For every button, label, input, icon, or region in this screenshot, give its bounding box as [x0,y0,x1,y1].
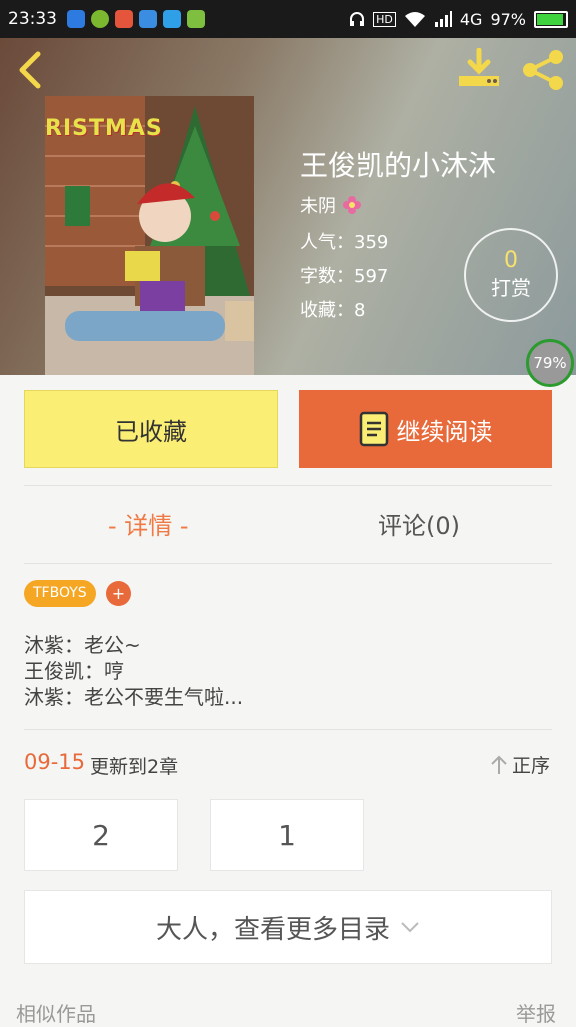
wifi-icon [404,12,425,27]
app-notification-icon [91,10,109,28]
headphones-icon [350,12,365,26]
view-more-toc-button[interactable]: 大人，查看更多目录 [24,890,552,964]
book-header: RISTMAS 王俊凯的小沐沐 未阴 人气：359 字数：597 收藏：8 0 … [0,38,576,375]
tip-button[interactable]: 0 打赏 [464,228,558,322]
chapter-item[interactable]: 2 [24,799,178,871]
chevron-down-icon [401,922,419,933]
book-title: 王俊凯的小沐沐 [300,149,497,182]
battery-percent: 97% [490,9,526,29]
book-cover[interactable]: RISTMAS [45,96,254,375]
tip-count: 0 [504,248,518,273]
share-icon[interactable] [520,48,566,92]
report-link[interactable]: 举报 [516,998,556,1027]
update-date: 09-15 [24,750,86,774]
similar-works-heading: 相似作品 [16,1002,96,1026]
notification-icons [67,10,205,28]
description-line: 沐紫：老公不要生气啦... [24,685,244,709]
app-notification-icon [163,10,181,28]
sort-order-button[interactable]: 正序 [490,751,550,778]
chapter-item[interactable]: 1 [210,799,364,871]
app-notification-icon [115,10,133,28]
description-line: 沐紫：老公~ [24,633,141,657]
cover-title-text: RISTMAS [45,116,163,141]
battery-icon [534,10,568,28]
continue-reading-button[interactable]: 继续阅读 [299,390,552,468]
description-line: 王俊凯：哼 [24,659,124,683]
download-icon[interactable] [456,48,502,92]
flower-icon [342,196,361,214]
divider [24,729,552,730]
stat-word-count: 字数：597 [300,266,389,287]
status-time: 23:33 [8,9,57,29]
continue-reading-label: 继续阅读 [396,417,493,446]
divider [24,563,552,564]
app-notification-icon [67,10,85,28]
stat-favorites: 收藏：8 [300,300,366,321]
book-icon [359,411,388,447]
author-label: 未阴 [300,196,336,217]
back-arrow-icon[interactable] [14,50,48,90]
app-notification-icon [139,10,157,28]
view-more-toc-label: 大人，查看更多目录 [155,914,390,945]
author-name[interactable]: 未阴 [300,192,362,218]
reading-progress-badge[interactable]: 79% [526,339,574,387]
status-bar: 23:33 HD 4G 97% [0,0,576,38]
sort-order-label: 正序 [512,755,551,777]
add-tag-button[interactable]: + [106,581,131,606]
signal-icon [434,11,452,27]
tab-detail[interactable]: - 详情 - [108,506,189,541]
stat-popularity: 人气：359 [300,232,389,253]
book-description: 沐紫：老公~ 王俊凯：哼 沐紫：老公不要生气啦... [24,632,243,710]
divider [24,485,552,486]
tag-tfboys[interactable]: TFBOYS [24,580,96,607]
collected-button[interactable]: 已收藏 [24,390,278,468]
tip-label: 打赏 [491,276,531,300]
hd-icon: HD [373,11,396,27]
network-type: 4G [459,9,483,29]
update-status: 更新到2章 [90,756,179,778]
tab-comments[interactable]: 评论(0) [378,506,460,541]
android-icon [187,10,205,28]
arrow-up-icon [491,755,507,774]
